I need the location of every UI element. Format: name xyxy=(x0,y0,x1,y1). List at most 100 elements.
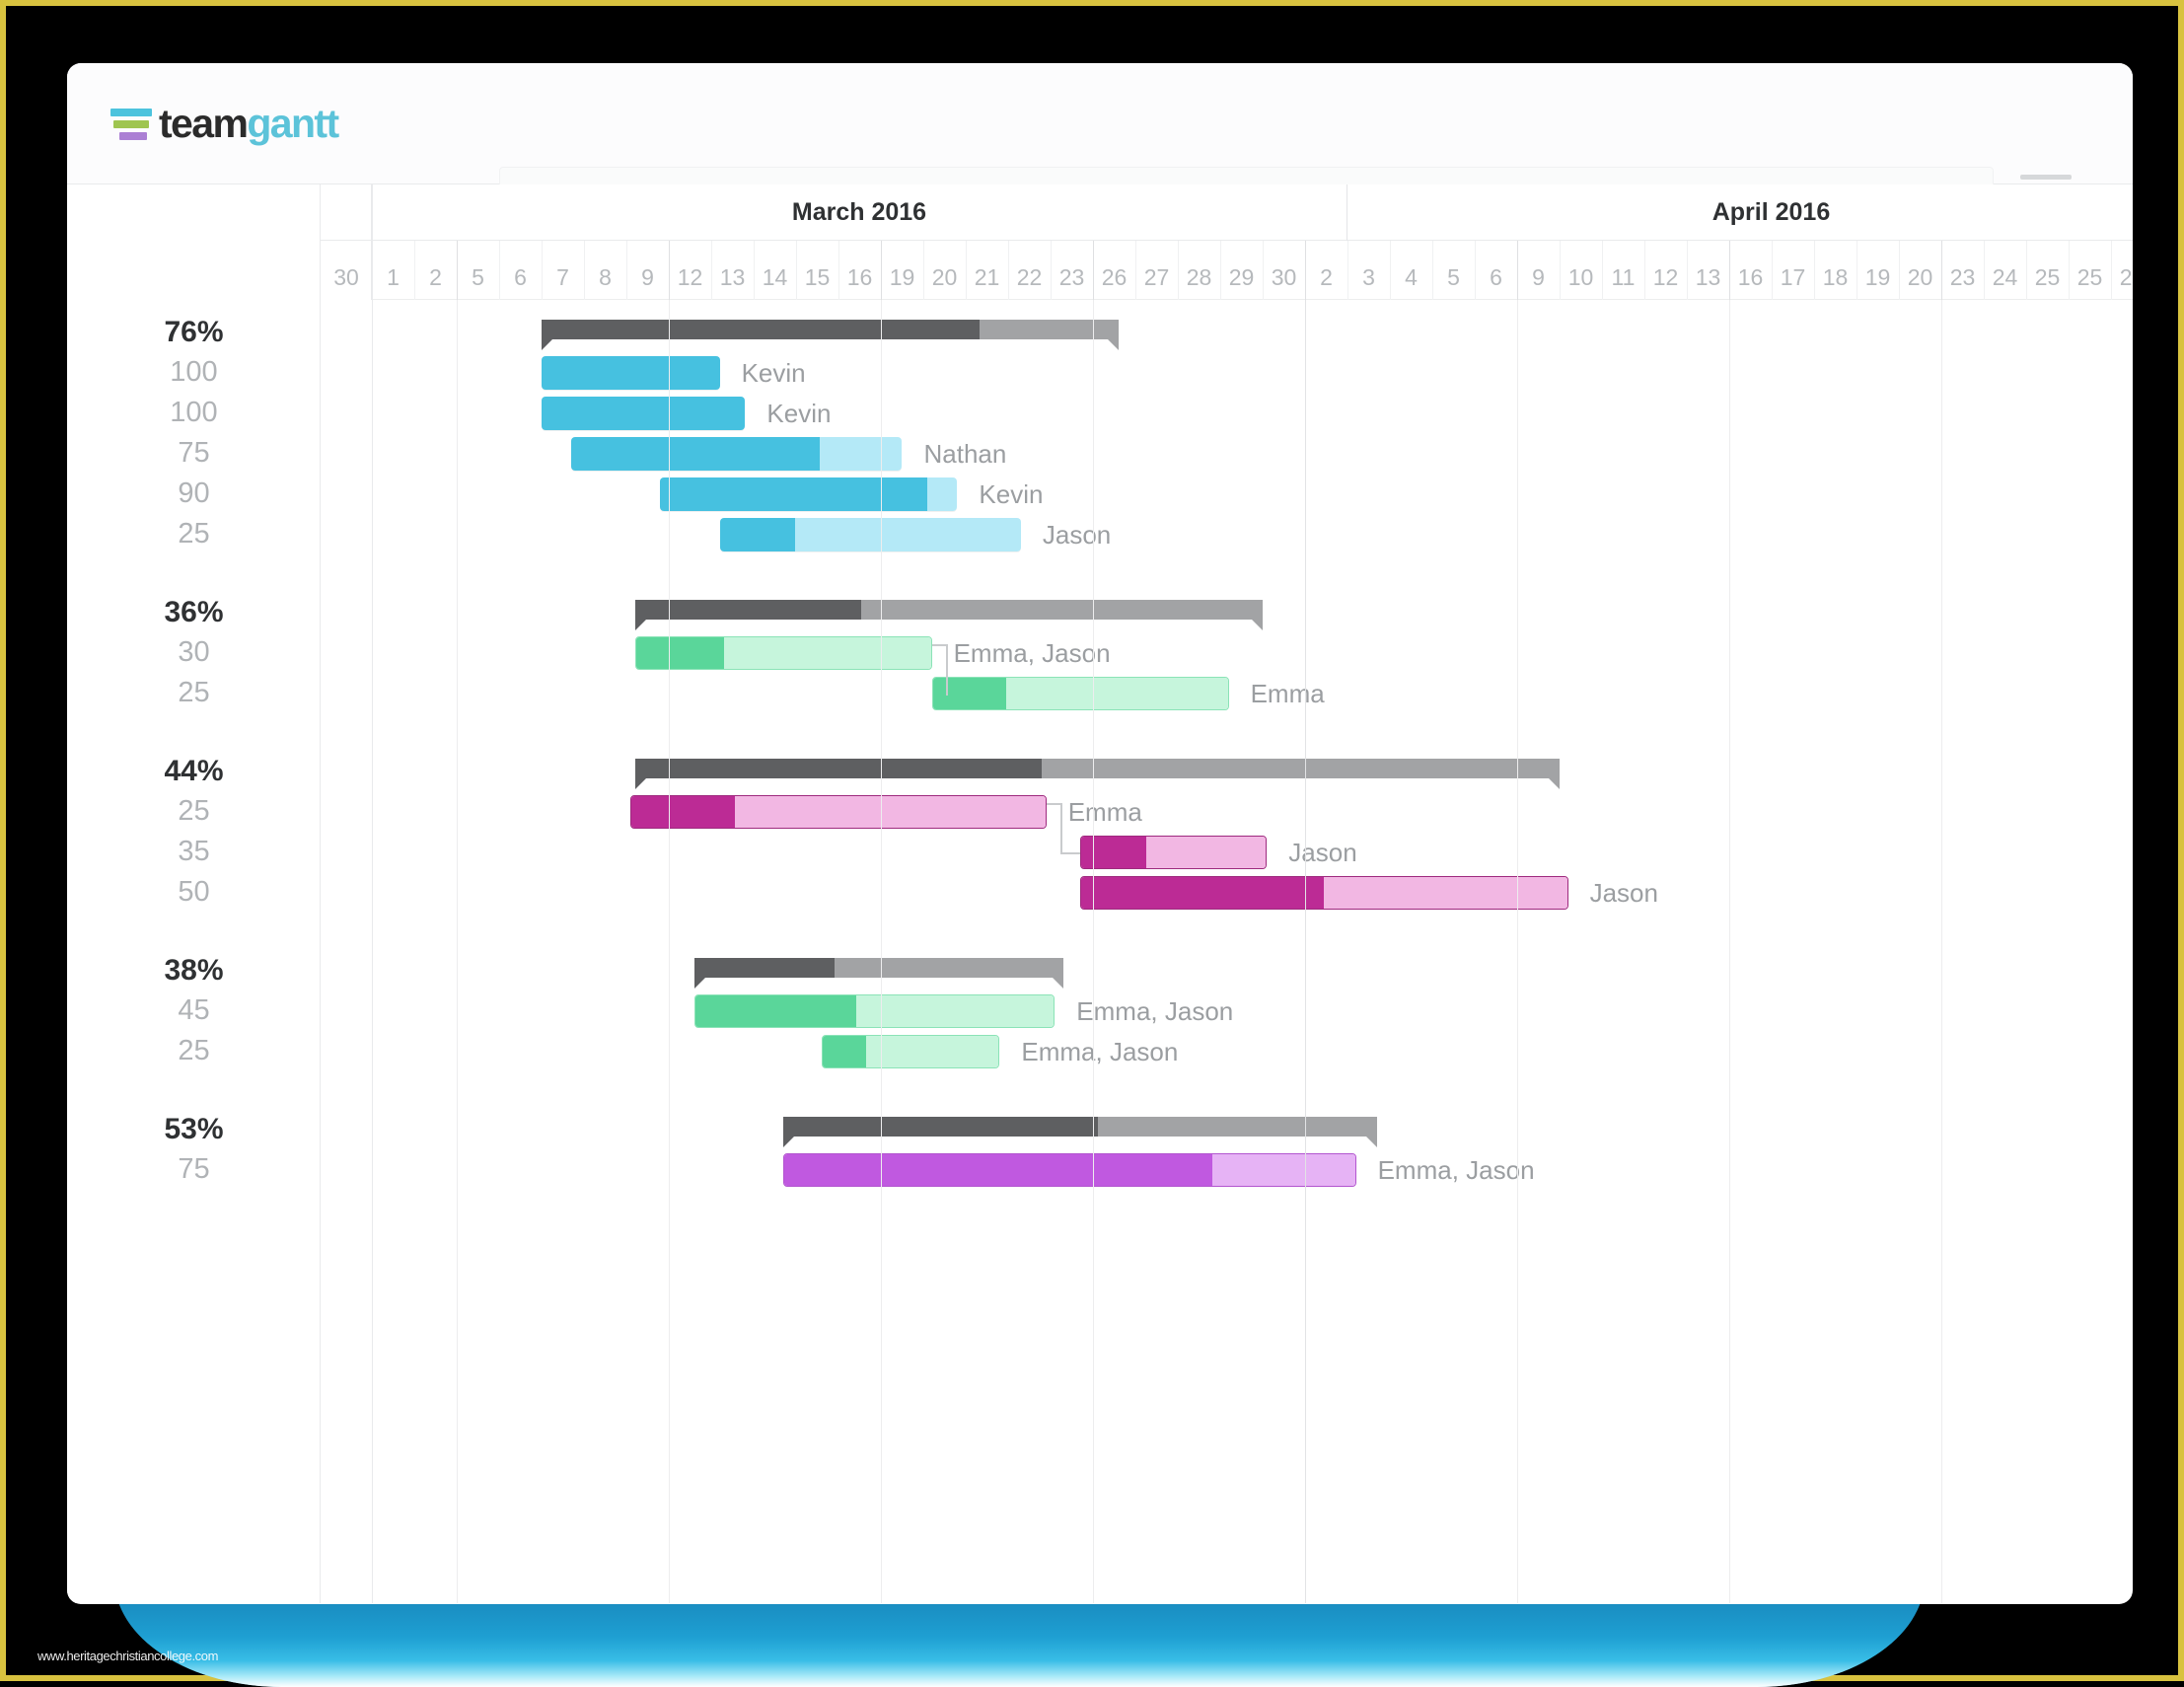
day-header-cell: 19 xyxy=(881,241,923,300)
day-separator xyxy=(457,241,458,300)
day-header-cell: 4 xyxy=(1390,241,1432,300)
day-header-cell: 22 xyxy=(1008,241,1051,300)
day-header-cell: 15 xyxy=(796,241,838,300)
grid-line xyxy=(669,300,670,1603)
day-header-cell: 19 xyxy=(1856,241,1899,300)
day-header-cell: 17 xyxy=(1772,241,1814,300)
logo-bar-1 xyxy=(110,109,152,116)
day-header-cell: 6 xyxy=(1475,241,1517,300)
day-header-cell: 12 xyxy=(1644,241,1687,300)
day-header-cell: 6 xyxy=(499,241,542,300)
day-separator xyxy=(1347,241,1348,300)
day-header-cell: 1 xyxy=(372,241,414,300)
day-header-cell: 14 xyxy=(754,241,796,300)
task-percent-label: 25 xyxy=(67,791,321,832)
day-separator xyxy=(711,241,712,300)
logo-gantt-text: gantt xyxy=(247,101,337,146)
day-separator xyxy=(2069,241,2070,300)
month-header-cell: April 2016 xyxy=(1347,184,2133,241)
day-header-cell: 25 xyxy=(2111,241,2133,300)
day-header-cell: 16 xyxy=(1729,241,1772,300)
task-percent-label: 25 xyxy=(67,514,321,554)
day-separator xyxy=(1390,241,1391,300)
day-separator xyxy=(881,241,882,300)
day-separator xyxy=(2111,241,2112,300)
day-separator xyxy=(923,241,924,300)
group-percent-label: 76% xyxy=(67,312,321,352)
task-percent-label: 75 xyxy=(67,433,321,474)
day-separator xyxy=(796,241,797,300)
day-header-cell: 30 xyxy=(1263,241,1305,300)
day-header-cell: 25 xyxy=(2069,241,2111,300)
app-header: teamgantt xyxy=(67,63,2133,184)
logo-bars-icon xyxy=(110,109,152,140)
day-separator xyxy=(1178,241,1179,300)
day-header-cell: 25 xyxy=(2026,241,2069,300)
day-header-cell: 9 xyxy=(626,241,669,300)
day-separator xyxy=(626,241,627,300)
group-percent-label: 36% xyxy=(67,592,321,632)
task-percent-label: 25 xyxy=(67,1031,321,1071)
day-header-cell: 13 xyxy=(711,241,754,300)
day-header-cell: 8 xyxy=(584,241,626,300)
day-separator xyxy=(1687,241,1688,300)
watermark-text: www.heritagechristiancollege.com xyxy=(37,1649,218,1663)
day-separator xyxy=(1220,241,1221,300)
screenshot-frame: www.heritagechristiancollege.com teamgan… xyxy=(0,0,2184,1681)
day-header-cell: 24 xyxy=(1984,241,2026,300)
day-header-cell: 5 xyxy=(457,241,499,300)
timeline-left-border xyxy=(372,184,373,1603)
logo-bar-3 xyxy=(119,132,147,140)
day-separator xyxy=(1772,241,1773,300)
gantt-grid-body xyxy=(372,300,2133,1603)
grid-line xyxy=(1305,300,1306,1603)
day-header-cell: 23 xyxy=(1941,241,1984,300)
day-header-cell: 16 xyxy=(838,241,881,300)
task-percent-label: 45 xyxy=(67,990,321,1031)
day-separator xyxy=(1517,241,1518,300)
month-header-cell: March 2016 xyxy=(372,184,1347,241)
grid-line xyxy=(1941,300,1942,1603)
day-header-cell: 18 xyxy=(1814,241,1856,300)
grid-line xyxy=(1729,300,1730,1603)
day-header-cell: 26 xyxy=(1093,241,1135,300)
day-separator xyxy=(2026,241,2027,300)
logo-bar-2 xyxy=(113,120,149,128)
hamburger-line-1 xyxy=(2020,175,2072,180)
task-percent-label: 50 xyxy=(67,872,321,913)
day-separator xyxy=(669,241,670,300)
timeline-spacer-header xyxy=(321,184,372,241)
day-header-cell: 9 xyxy=(1517,241,1560,300)
teamgantt-app-card: teamgantt % Complete March 2016April 201… xyxy=(67,63,2133,1604)
teamgantt-logo[interactable]: teamgantt xyxy=(110,101,338,147)
month-header-row: March 2016April 2016 xyxy=(372,184,2133,241)
task-percent-label: 30 xyxy=(67,632,321,673)
grid-line xyxy=(1517,300,1518,1603)
day-header-cell: 13 xyxy=(1687,241,1729,300)
gantt-chart: % Complete March 2016April 2016 30 12567… xyxy=(67,184,2133,1603)
day-header-cell: 11 xyxy=(1602,241,1644,300)
day-separator xyxy=(1475,241,1476,300)
day-separator xyxy=(1093,241,1094,300)
day-separator xyxy=(838,241,839,300)
day-separator xyxy=(584,241,585,300)
group-percent-label: 53% xyxy=(67,1109,321,1149)
task-percent-label: 35 xyxy=(67,832,321,872)
day-header-cell: 7 xyxy=(542,241,584,300)
day-header-cell: 29 xyxy=(1220,241,1263,300)
task-percent-label: 100 xyxy=(67,393,321,433)
day-header-cell: 23 xyxy=(1051,241,1093,300)
day-header-row: 1256789121314151619202122232627282930234… xyxy=(372,241,2133,300)
logo-team-text: team xyxy=(159,101,247,146)
day-header-cell: 30 xyxy=(321,241,372,300)
day-separator xyxy=(1984,241,1985,300)
day-separator xyxy=(754,241,755,300)
task-percent-label: 75 xyxy=(67,1149,321,1190)
day-separator xyxy=(1644,241,1645,300)
day-header-cell: 27 xyxy=(1135,241,1178,300)
day-separator xyxy=(1899,241,1900,300)
day-separator xyxy=(1432,241,1433,300)
day-header-cell: 12 xyxy=(669,241,711,300)
day-separator xyxy=(1135,241,1136,300)
day-separator xyxy=(1856,241,1857,300)
